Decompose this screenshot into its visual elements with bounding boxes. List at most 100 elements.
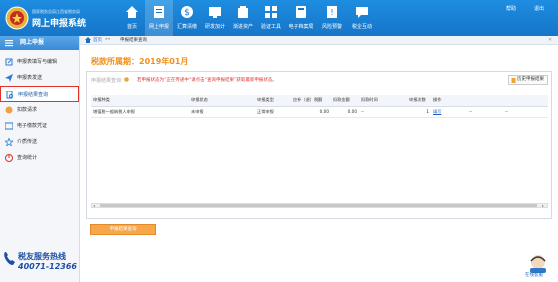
history-button-label: 历史申报结果 bbox=[517, 77, 544, 82]
asset-icon bbox=[238, 6, 248, 18]
cell-tax-due: 0.00 bbox=[291, 106, 331, 118]
history-results-button[interactable]: 历史申报结果 bbox=[508, 75, 548, 85]
edit-icon bbox=[5, 58, 13, 66]
cell-extra: -- bbox=[503, 106, 548, 118]
sidebar-title: 网上申报 bbox=[20, 39, 45, 46]
nav-e-archive[interactable]: 电子档案局 bbox=[285, 0, 317, 36]
col-header bbox=[503, 95, 548, 107]
tax-emblem-icon bbox=[5, 6, 29, 30]
search-doc-icon bbox=[6, 91, 13, 99]
breadcrumb: 首页 »» 申报结果查询 ✕ bbox=[80, 36, 558, 45]
status-notice: 若申报状态为“正在传递中”请点击“查询申报结果”获取最新申报状态。 bbox=[137, 78, 277, 83]
col-header: 扣款金额 bbox=[331, 95, 359, 107]
chat-icon bbox=[356, 7, 368, 18]
sidebar-item-label: 电子缴款凭证 bbox=[17, 123, 48, 129]
top-header: 国家税务总局江西省税务局 网上申报系统 首页 网上申报 $ 汇算清缴 研发加计 … bbox=[0, 0, 558, 36]
cell-tax-type: 增值税一般纳税人申报 bbox=[91, 106, 189, 118]
horizontal-scrollbar[interactable]: ◂ ▸ bbox=[91, 203, 548, 208]
home-icon bbox=[85, 37, 91, 43]
breadcrumb-home[interactable]: 首页 bbox=[93, 37, 102, 43]
dollar-icon: $ bbox=[181, 6, 193, 18]
close-tab-icon[interactable]: ✕ bbox=[548, 37, 552, 43]
cell-deduct-time: -- bbox=[359, 106, 407, 118]
nav-annual-settlement[interactable]: $ 汇算清缴 bbox=[173, 0, 201, 36]
sidebar-item-send[interactable]: 申报表发送 bbox=[0, 70, 79, 86]
nav-online-filing-label: 网上申报 bbox=[148, 24, 169, 30]
warning-icon: ! bbox=[327, 6, 337, 18]
nav-rd-deduction[interactable]: 研发加计 bbox=[201, 0, 229, 36]
col-header: 操作 bbox=[431, 95, 467, 107]
sidebar-item-label: 申报表填写与编辑 bbox=[17, 59, 58, 65]
sidebar-item-label: 介质传送 bbox=[17, 139, 38, 145]
sidebar-item-media[interactable]: 介质传送 bbox=[0, 134, 79, 150]
nav-annual-settlement-label: 汇算清缴 bbox=[176, 24, 197, 30]
brand-subtitle: 国家税务总局江西省税务局 bbox=[32, 9, 80, 14]
home-icon bbox=[126, 6, 138, 18]
stats-icon bbox=[5, 154, 13, 162]
table-row: 增值税一般纳税人申报 未申报 正常申报 0.00 0.00 -- 1 填写 --… bbox=[91, 106, 548, 118]
cell-status: 未申报 bbox=[189, 106, 255, 118]
cell-filing-type: 正常申报 bbox=[255, 106, 291, 118]
online-service-label[interactable]: 在线客服 bbox=[525, 272, 543, 278]
logout-link[interactable]: 退出 bbox=[534, 5, 544, 12]
sidebar-item-stats[interactable]: 查询统计 bbox=[0, 150, 79, 166]
scroll-left-icon[interactable]: ◂ bbox=[93, 203, 95, 208]
cell-action: 填写 bbox=[431, 106, 467, 118]
col-header: 申报类型 bbox=[255, 95, 291, 107]
hotline-title: 税友服务热线 bbox=[18, 252, 66, 261]
hotline-number: 40071-12366 bbox=[18, 262, 77, 271]
nav-risk-warning[interactable]: ! 风险预警 bbox=[317, 0, 347, 36]
nav-verify-tool-label: 验证工具 bbox=[260, 24, 281, 30]
svg-text:!: ! bbox=[330, 8, 333, 17]
file-icon bbox=[154, 6, 164, 18]
tax-period-label: 税款所属期：2019年01月 bbox=[91, 57, 189, 66]
nav-interaction[interactable]: 税企互动 bbox=[347, 0, 377, 36]
col-header: 扣款时间 bbox=[359, 95, 407, 107]
breadcrumb-separator: »» bbox=[105, 37, 111, 42]
cell-deduct-amount: 0.00 bbox=[331, 106, 359, 118]
sidebar-item-deduction[interactable]: 扣款请求 bbox=[0, 102, 79, 118]
nav-verify-tool[interactable]: 验证工具 bbox=[257, 0, 285, 36]
sidebar-item-fill-edit[interactable]: 申报表填写与编辑 bbox=[0, 54, 79, 70]
scroll-thumb[interactable] bbox=[100, 204, 537, 207]
sidebar-item-label: 申报表发送 bbox=[17, 75, 43, 81]
nav-home-label: 首页 bbox=[126, 24, 137, 30]
service-hotline: 税友服务热线 40071-12366 bbox=[2, 249, 78, 275]
panel-title: 申报结果查询 bbox=[91, 78, 122, 84]
col-header bbox=[467, 95, 503, 107]
scroll-right-icon[interactable]: ▸ bbox=[542, 203, 544, 208]
col-header: 应补（退）税额 bbox=[291, 95, 331, 107]
sidebar: 网上申报 申报表填写与编辑 申报表发送 申报结果查询 扣款请求 电子缴款凭证 介… bbox=[0, 36, 80, 282]
media-icon bbox=[5, 138, 13, 146]
sidebar-item-voucher[interactable]: 电子缴款凭证 bbox=[0, 118, 79, 134]
document-icon bbox=[511, 77, 516, 83]
query-results-button[interactable]: 申报结果查询 bbox=[90, 224, 156, 235]
col-header: 申报状态 bbox=[189, 95, 255, 107]
tool-icon bbox=[265, 6, 277, 18]
help-icon[interactable] bbox=[124, 77, 129, 82]
result-panel: 申报结果查询 若申报状态为“正在传递中”请点击“查询申报结果”获取最新申报状态。… bbox=[86, 71, 552, 219]
nav-online-filing[interactable]: 网上申报 bbox=[145, 0, 173, 36]
svg-text:$: $ bbox=[184, 8, 190, 18]
nav-risk-warning-label: 风险预警 bbox=[321, 24, 342, 30]
table-header-row: 申报种类 申报状态 申报类型 应补（退）税额 扣款金额 扣款时间 申报次数 操作 bbox=[91, 95, 548, 107]
breadcrumb-current: 申报结果查询 bbox=[120, 38, 147, 43]
research-icon bbox=[209, 7, 221, 18]
sidebar-header: 网上申报 bbox=[0, 36, 79, 50]
send-icon bbox=[5, 74, 13, 82]
nav-e-archive-label: 电子档案局 bbox=[288, 24, 314, 30]
fill-link[interactable]: 填写 bbox=[433, 109, 441, 114]
nav-interaction-label: 税企互动 bbox=[351, 24, 372, 30]
nav-assets[interactable]: 渐进资产 bbox=[229, 0, 257, 36]
archive-icon bbox=[296, 6, 306, 18]
result-table: 申报种类 申报状态 申报类型 应补（退）税额 扣款金额 扣款时间 申报次数 操作… bbox=[91, 95, 548, 118]
cell-filing-count: 1 bbox=[407, 106, 431, 118]
nav-home[interactable]: 首页 bbox=[119, 0, 145, 36]
cell-extra: -- bbox=[467, 106, 503, 118]
sidebar-item-label: 查询统计 bbox=[17, 155, 38, 161]
sidebar-item-result-query[interactable]: 申报结果查询 bbox=[0, 86, 79, 102]
coin-icon bbox=[5, 106, 13, 114]
brand-title: 网上申报系统 bbox=[32, 19, 87, 29]
help-link[interactable]: 帮助 bbox=[506, 5, 516, 12]
col-header: 申报次数 bbox=[407, 95, 431, 107]
